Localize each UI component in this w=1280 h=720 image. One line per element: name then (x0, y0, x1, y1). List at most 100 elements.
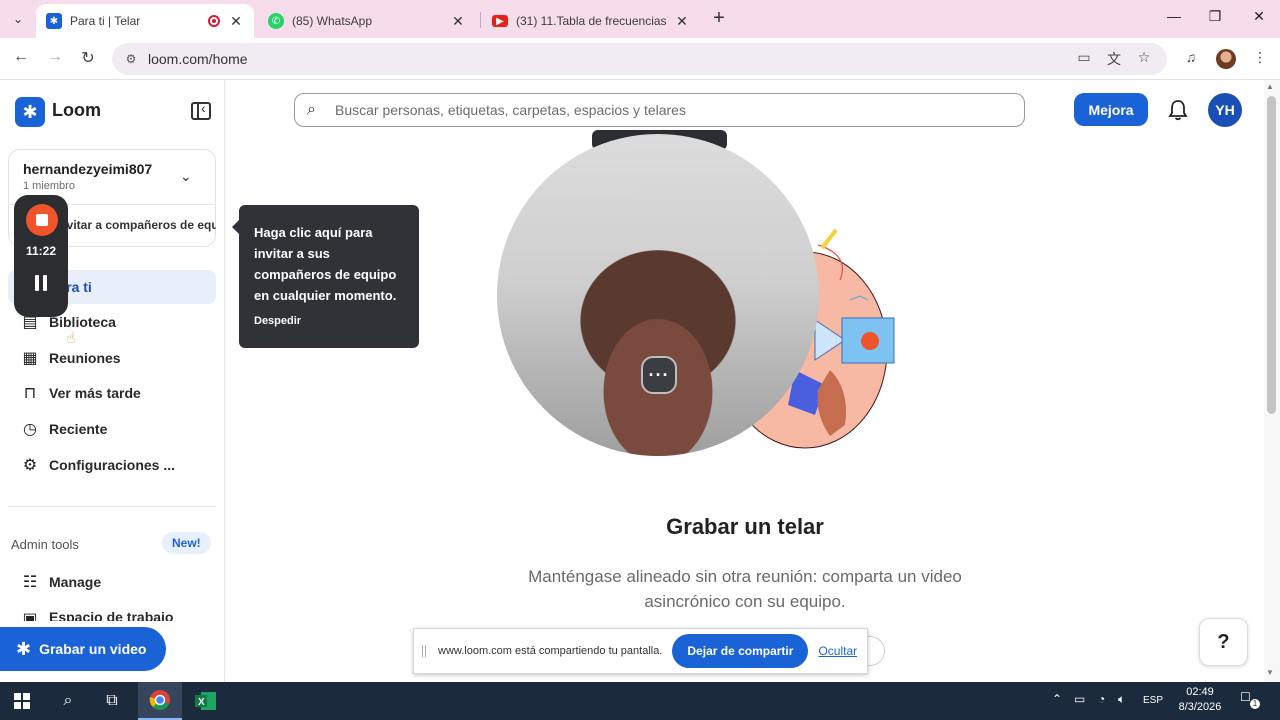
hand-cursor-icon: ☝ (66, 330, 76, 347)
clock-time: 02:49 (1186, 686, 1214, 698)
tab-search-chevron-icon[interactable]: ⌄ (6, 8, 30, 30)
sidebar-item-label: Ver más tarde (49, 385, 141, 401)
manage-icon: ☷ (22, 574, 38, 591)
back-icon[interactable]: ← (10, 48, 32, 70)
browser-menu-icon[interactable]: ⋮ (1250, 49, 1270, 66)
stop-sharing-button[interactable]: Dejar de compartir (672, 634, 809, 668)
windows-start-icon[interactable] (0, 682, 44, 720)
sidebar-item-label: Reciente (49, 421, 108, 437)
wifi-icon[interactable]: ◔ (1098, 692, 1105, 706)
scroll-down-icon[interactable]: ▼ (1266, 668, 1274, 677)
restore-icon[interactable]: ❐ (1204, 8, 1226, 30)
bell-icon[interactable] (1168, 99, 1188, 121)
camera-more-options-button[interactable]: ··· (641, 356, 677, 394)
system-clock[interactable]: 02:49 8/3/2026 (1172, 685, 1228, 715)
sidebar-item-configuraciones[interactable]: ⚙ Configuraciones ... (8, 448, 216, 482)
bookmark-star-icon[interactable]: ☆ (1134, 49, 1154, 66)
help-button[interactable]: ? (1199, 618, 1248, 666)
app-name: Loom (52, 100, 101, 120)
media-controls-icon[interactable]: ♫ (1181, 49, 1201, 65)
chrome-icon[interactable] (138, 682, 182, 720)
volume-icon[interactable]: 🔈︎ (1118, 692, 1125, 707)
tab-title: (85) WhatsApp (292, 14, 373, 28)
loom-logo-icon[interactable]: ✱ (15, 97, 45, 127)
invite-tooltip: Haga clic aquí para invitar a sus compañ… (232, 205, 419, 348)
sidebar-item-label: Configuraciones ... (49, 457, 176, 473)
translate-icon[interactable]: 文 (1104, 49, 1124, 69)
tooltip-dismiss-button[interactable]: Despedir (254, 315, 301, 327)
workspace-name: hernandezyeimi807 (23, 161, 153, 177)
pause-recording-button[interactable] (31, 275, 51, 295)
loom-favicon-icon: ✱ (46, 13, 62, 29)
search-icon[interactable]: ⌕ (46, 682, 90, 720)
battery-icon[interactable]: ▭ (1074, 692, 1085, 706)
sidebar-item-ver-mas-tarde[interactable]: ⊓ Ver más tarde (8, 376, 216, 410)
search-icon: ⌕ (307, 101, 316, 118)
new-badge: New! (162, 532, 211, 554)
close-window-icon[interactable]: ✕ (1248, 8, 1270, 30)
gear-icon: ⚙ (22, 457, 38, 474)
hero-subtitle: Manténgase alineado sin otra reunión: co… (528, 567, 962, 611)
sidebar-item-reuniones[interactable]: ▦ Reuniones (8, 341, 216, 375)
browser-toolbar: ← → ↻ ⚙ loom.com/home ▭ 文 ☆ ♫ ⋮ (0, 38, 1280, 80)
browser-profile-avatar[interactable] (1216, 49, 1236, 69)
new-tab-button[interactable]: + (708, 8, 730, 30)
scrollbar-thumb[interactable] (1267, 96, 1276, 414)
record-video-button[interactable]: ✱ Grabar un video (0, 627, 166, 671)
loom-logo-icon: ✱ (16, 638, 32, 659)
search-bar[interactable]: ⌕ (294, 93, 1025, 127)
tab-title: (31) 11.Tabla de frecuencias, datos (516, 14, 666, 28)
notification-count: 1 (1250, 699, 1260, 709)
url-text: loom.com/home (148, 51, 248, 67)
excel-icon[interactable]: X (184, 682, 228, 720)
minimize-icon[interactable]: — (1163, 8, 1185, 30)
tooltip-text: Haga clic aquí para invitar a sus compañ… (254, 225, 397, 303)
tab-loom[interactable]: ✱ Para ti | Telar ✕ (36, 4, 254, 38)
notifications-icon[interactable]: ☐ 1 (1240, 690, 1260, 709)
hide-share-bar-link[interactable]: Ocultar (818, 644, 857, 658)
language-indicator[interactable]: ESP (1143, 695, 1163, 706)
sidebar-item-label: Manage (49, 574, 102, 590)
reload-icon[interactable]: ↻ (77, 48, 99, 70)
sidebar-item-label: Reuniones (49, 350, 121, 366)
bookmark-icon: ⊓ (23, 385, 37, 402)
drag-handle-icon[interactable] (422, 645, 426, 657)
forward-icon[interactable]: → (44, 48, 66, 70)
site-info-icon[interactable]: ⚙ (116, 52, 146, 66)
close-tab-icon[interactable]: ✕ (450, 13, 466, 30)
camera-in-use-icon[interactable]: ▭ (1074, 49, 1094, 66)
tab-separator (480, 12, 481, 28)
user-avatar[interactable]: YH (1208, 93, 1242, 127)
sidebar-item-reciente[interactable]: ◷ Reciente (8, 412, 216, 446)
whatsapp-favicon-icon: ✆ (268, 13, 284, 29)
invite-teammates-button[interactable]: Invitar a compañeros de equipo (56, 218, 216, 232)
tab-whatsapp[interactable]: ✆ (85) WhatsApp ✕ (258, 4, 476, 38)
close-tab-icon[interactable]: ✕ (228, 13, 244, 30)
upgrade-button[interactable]: Mejora (1074, 93, 1148, 126)
workspace-icon: ▣ (22, 611, 38, 621)
share-status-text: www.loom.com está compartiendo tu pantal… (438, 645, 663, 657)
admin-tools-heading: Admin tools (11, 537, 79, 552)
recording-timer: 11:22 (25, 244, 57, 258)
close-tab-icon[interactable]: ✕ (674, 13, 690, 30)
tray-overflow-icon[interactable]: ⌃ (1052, 692, 1062, 706)
task-view-icon[interactable]: ⧉ (90, 682, 134, 720)
hero-title: Grabar un telar (666, 514, 824, 539)
recording-indicator-icon (208, 15, 220, 27)
camera-bubble[interactable] (497, 134, 819, 456)
chevron-down-icon[interactable]: ⌄ (180, 168, 192, 185)
search-input[interactable] (335, 102, 975, 118)
sidebar-item-manage[interactable]: ☷ Manage (8, 565, 216, 599)
divider (8, 506, 216, 507)
screen-share-bar: www.loom.com está compartiendo tu pantal… (413, 628, 868, 674)
tab-youtube[interactable]: ▶ (31) 11.Tabla de frecuencias, datos ✕ (482, 4, 700, 38)
stop-recording-button[interactable] (26, 204, 58, 236)
workspace-members: 1 miembro (23, 180, 75, 192)
address-bar[interactable]: ⚙ loom.com/home ▭ 文 ☆ (112, 43, 1167, 75)
scroll-up-icon[interactable]: ▲ (1266, 82, 1274, 91)
collapse-sidebar-icon[interactable] (191, 100, 211, 120)
svg-text:X: X (198, 697, 205, 708)
calendar-icon: ▦ (22, 350, 38, 367)
record-video-label: Grabar un video (39, 641, 147, 657)
sidebar-item-espacio-de-trabajo[interactable]: ▣ Espacio de trabajo (8, 601, 216, 621)
